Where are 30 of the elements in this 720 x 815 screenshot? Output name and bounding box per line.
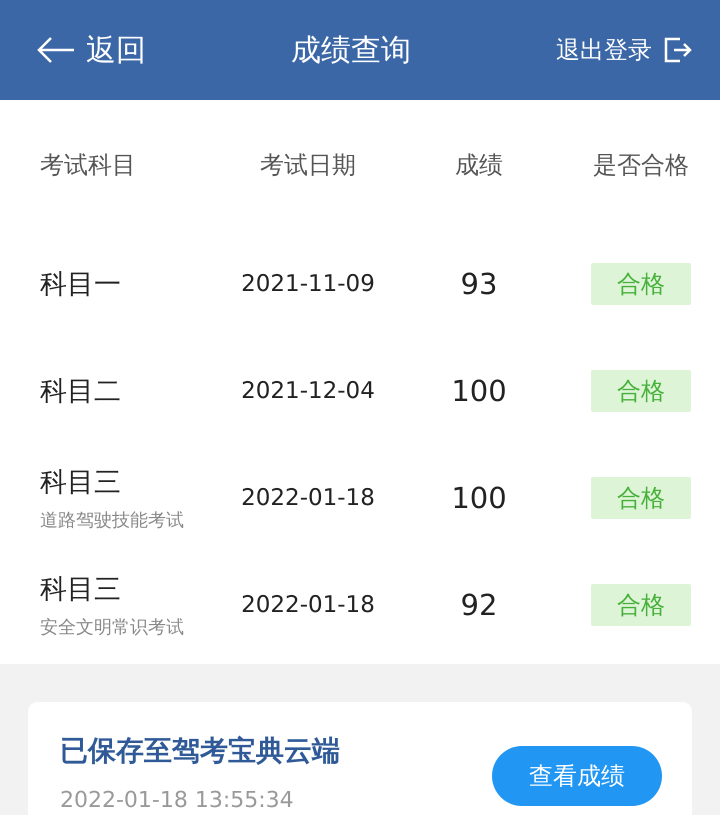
result-badge: 合格 — [591, 476, 691, 518]
page-title: 成绩查询 — [291, 32, 411, 70]
exam-score: 92 — [460, 588, 498, 622]
logout-button[interactable]: 退出登录 — [556, 34, 692, 66]
card-title: 已保存至驾考宝典云端 — [60, 733, 340, 769]
subject-name: 科目三 — [40, 572, 121, 606]
column-header: 成绩 — [455, 150, 503, 181]
subject-name: 科目一 — [40, 268, 121, 302]
result-badge: 合格 — [591, 584, 691, 626]
result-badge: 合格 — [591, 370, 691, 412]
subject-name: 科目三 — [40, 466, 121, 500]
exam-score: 100 — [451, 480, 507, 514]
subject-name: 科目二 — [40, 374, 121, 408]
back-arrow-icon — [36, 36, 76, 64]
exam-date: 2021-11-09 — [241, 270, 375, 296]
subject-subtitle: 安全文明常识考试 — [40, 616, 184, 638]
logout-icon — [662, 35, 692, 65]
result-badge: 合格 — [591, 262, 691, 304]
saved-time: 2022-01-18 13:55:34 — [60, 788, 295, 813]
exam-date: 2022-01-18 — [241, 484, 375, 510]
exam-date: 2021-12-04 — [241, 378, 375, 404]
column-header: 是否合格 — [593, 150, 689, 181]
view-scores-button[interactable]: 查看成绩 — [492, 746, 662, 806]
back-button[interactable]: 返回 — [36, 30, 146, 70]
column-header: 考试科目 — [40, 150, 136, 181]
column-header: 考试日期 — [260, 150, 356, 181]
exam-score: 93 — [460, 266, 498, 300]
exam-date: 2022-01-18 — [241, 592, 375, 618]
exam-score: 100 — [451, 374, 507, 408]
subject-subtitle: 道路驾驶技能考试 — [40, 508, 184, 532]
